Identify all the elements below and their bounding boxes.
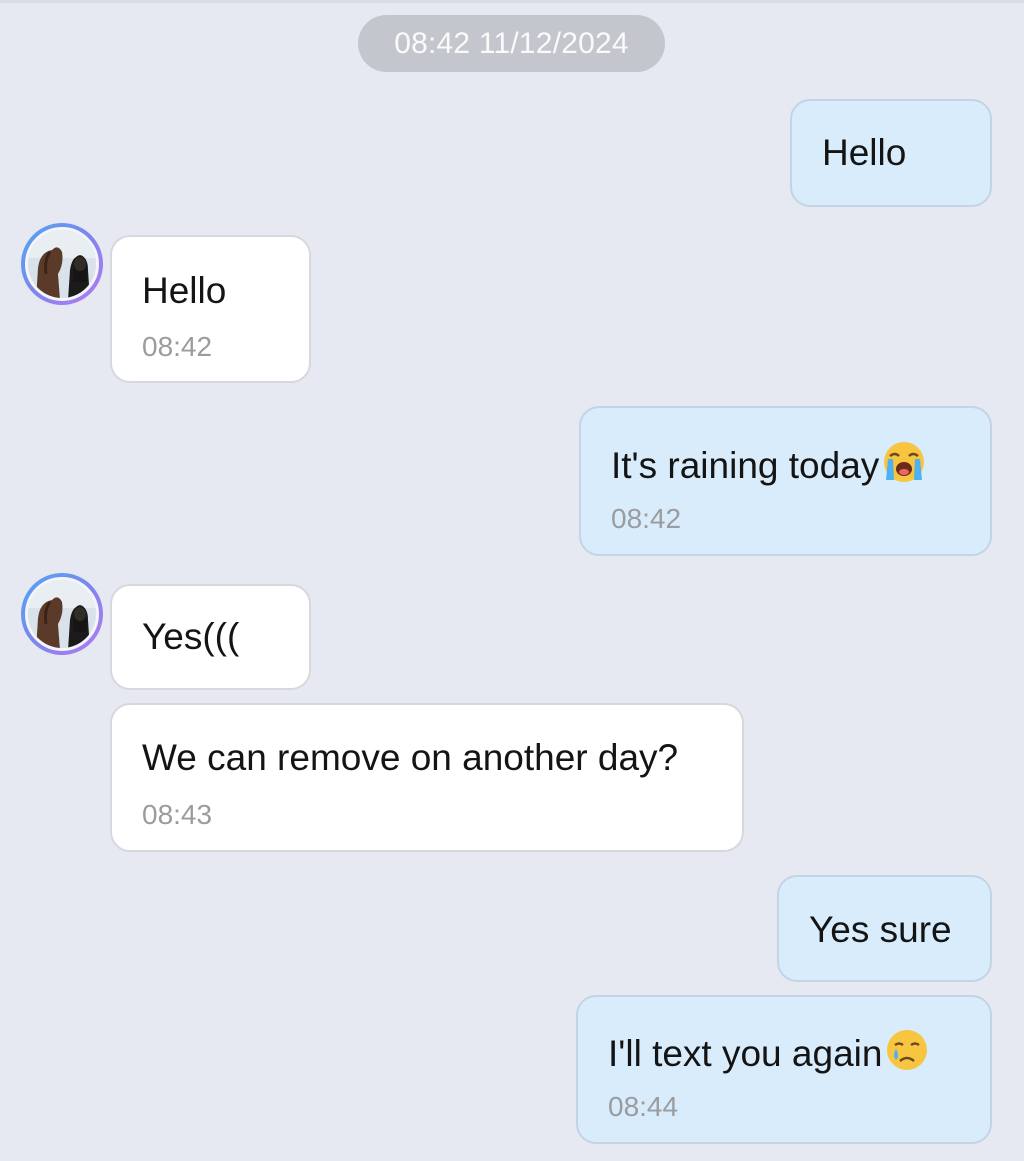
outgoing-message[interactable]: I'll text you again 08:44 (576, 995, 992, 1144)
incoming-message[interactable]: Yes((( (110, 584, 311, 690)
message-time: 08:42 (142, 331, 213, 362)
message-time: 08:43 (142, 799, 213, 830)
avatar-photo (25, 227, 99, 301)
crying-face-icon (887, 1030, 928, 1070)
message-text: I'll text you again (608, 1028, 929, 1076)
incoming-message[interactable]: We can remove on another day? 08:43 (110, 703, 744, 852)
loudly-crying-face-icon (884, 442, 925, 482)
message-text: We can remove on another day? (142, 737, 679, 778)
incoming-message[interactable]: Hello 08:42 (110, 235, 311, 383)
outgoing-message[interactable]: Hello (790, 99, 992, 207)
horse-portrait-icon (28, 230, 96, 298)
message-text: Hello (142, 270, 227, 311)
message-time: 08:42 (611, 503, 682, 534)
outgoing-message[interactable]: Yes sure (777, 875, 992, 982)
message-text: It's raining today (611, 440, 926, 488)
message-text-content: I'll text you again (608, 1033, 883, 1074)
horse-portrait-icon (28, 580, 96, 648)
message-text-content: It's raining today (611, 445, 880, 486)
contact-avatar[interactable] (21, 223, 103, 305)
avatar-photo (25, 577, 99, 651)
message-text: Hello (822, 132, 907, 173)
top-divider (0, 0, 1024, 3)
message-text: Yes((( (142, 616, 240, 657)
date-separator: 08:42 11/12/2024 (358, 15, 665, 72)
message-time: 08:44 (608, 1091, 679, 1122)
contact-avatar[interactable] (21, 573, 103, 655)
outgoing-message[interactable]: It's raining today 08:42 (579, 406, 992, 556)
message-text: Yes sure (809, 909, 952, 950)
